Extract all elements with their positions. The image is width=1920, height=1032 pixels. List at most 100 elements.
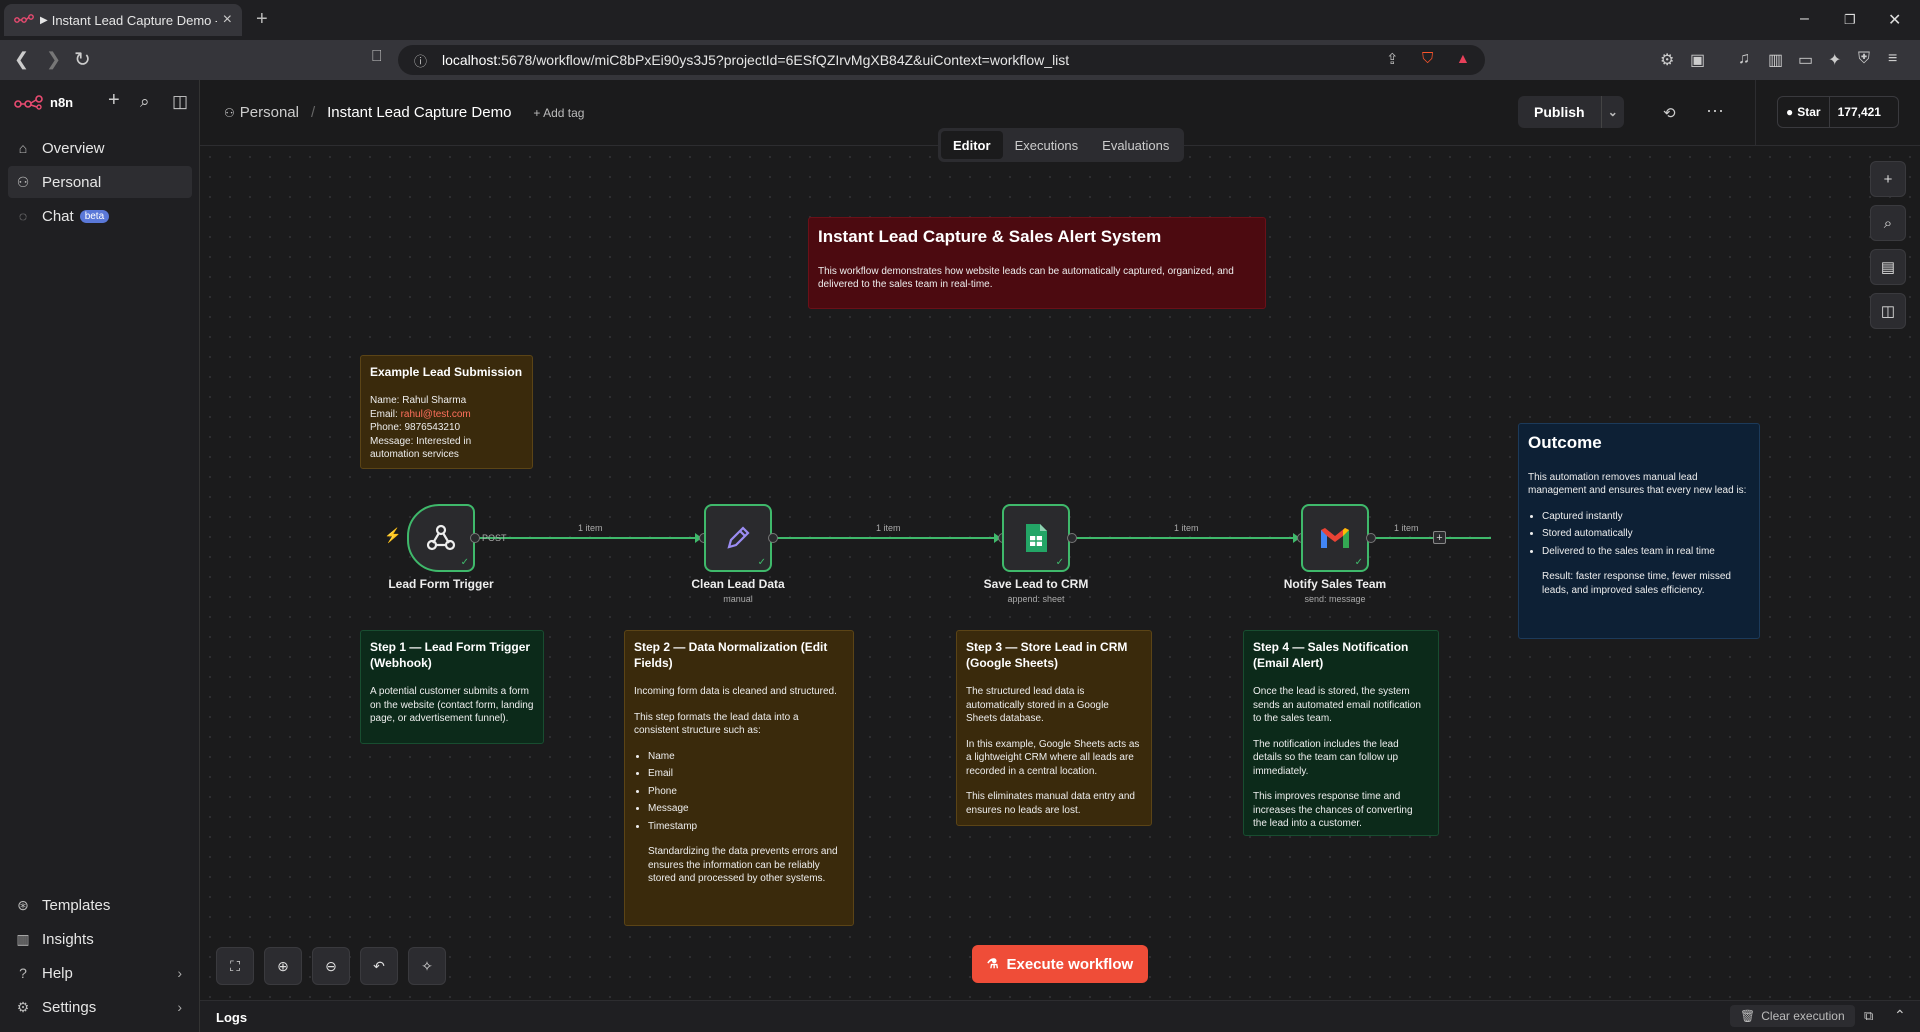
note-heading: Outcome [1528,433,1602,452]
connection-line[interactable] [1372,537,1414,539]
tab-title: Instant Lead Capture Demo - n [51,12,217,28]
leo-icon[interactable]: ✦ [1828,50,1841,70]
bookmark-icon[interactable]: ⎕ [372,48,382,66]
add-icon[interactable]: + [108,89,120,112]
execute-workflow-button[interactable]: ⚗ Execute workflow [972,945,1148,983]
browser-tab-bar: ▶ Instant Lead Capture Demo - n × + – ❐ … [0,0,1920,40]
breadcrumb-project[interactable]: Personal [240,104,299,121]
publish-button[interactable]: Publish ⌄ [1518,96,1624,128]
undo-button[interactable]: ↶ [360,947,398,985]
output-handle[interactable] [768,533,778,543]
connection-line[interactable] [1073,537,1491,539]
tab-editor[interactable]: Editor [941,131,1003,159]
chevron-down-icon[interactable]: ⌄ [1602,105,1624,119]
workflow-name[interactable]: Instant Lead Capture Demo [327,104,511,121]
success-check-icon: ✓ [1055,557,1064,568]
list-item: Name [648,750,844,764]
sticky-note-step1[interactable]: Step 1 — Lead Form Trigger (Webhook) A p… [360,630,544,744]
note-paragraph: This automation removes manual lead mana… [1528,471,1747,497]
zoom-in-button[interactable]: ⊕ [264,947,302,985]
chevron-up-icon[interactable]: ⌃ [1894,1007,1906,1024]
search-nodes-button[interactable]: ⌕ [1870,205,1906,241]
sidebar-item-overview[interactable]: ⌂ Overview [8,132,192,164]
clear-execution-button[interactable]: 🗑 Clear execution [1730,1005,1855,1027]
outcome-list: Captured instantly Stored automatically … [1542,510,1750,559]
vpn-icon[interactable]: ⛨ [1858,50,1870,68]
output-handle[interactable] [470,533,480,543]
breadcrumb: ⚇ Personal / Instant Lead Capture Demo +… [224,104,584,121]
lead-email-link[interactable]: rahul@test.com [401,409,471,420]
sticky-note-button[interactable]: ▤ [1870,249,1906,285]
sidebar-item-settings[interactable]: ⚙ Settings › [8,991,192,1023]
flask-icon: ⚗ [986,956,999,971]
workflow-canvas[interactable]: Instant Lead Capture & Sales Alert Syste… [200,147,1920,1000]
restore-icon[interactable]: ❐ [1844,12,1856,28]
menu-icon[interactable]: ≡ [1888,50,1897,68]
sidebar-item-insights[interactable]: ▥ Insights [8,923,192,955]
sidebar-item-templates[interactable]: ⊛ Templates [8,889,192,921]
add-node-button[interactable]: + [1870,161,1906,197]
note-body: This workflow demonstrates how website l… [818,265,1234,291]
collapse-sidebar-icon[interactable]: ◫ [172,92,188,112]
zoom-out-icon: ⊖ [325,957,337,974]
browser-tab[interactable]: ▶ Instant Lead Capture Demo - n × [4,4,242,36]
list-item: Delivered to the sales team in real time [1542,545,1750,559]
pencil-icon [727,526,750,549]
new-tab-icon[interactable]: + [256,8,268,31]
sidebar-toggle-icon[interactable]: ▥ [1768,50,1783,70]
more-options-icon[interactable]: ··· [1706,100,1724,121]
site-info-icon[interactable]: ⓘ [414,51,427,70]
sidebar-item-help[interactable]: ? Help › [8,957,192,989]
close-tab-icon[interactable]: × [223,11,232,29]
github-star-button[interactable]: ● Star 177,421 [1777,96,1899,128]
node-lead-form-trigger[interactable]: ✓ [407,504,475,572]
history-icon[interactable]: ⟲ [1663,104,1676,122]
share-icon[interactable]: ⇪ [1386,50,1399,68]
note-heading: Example Lead Submission [370,365,523,379]
node-save-lead-to-crm[interactable]: ✓ [1002,504,1070,572]
minimize-icon[interactable]: – [1800,10,1809,28]
logs-panel[interactable]: Logs 🗑 Clear execution ⧉ ⌃ [200,1000,1920,1032]
search-icon[interactable]: ⌕ [140,92,150,112]
tab-evaluations[interactable]: Evaluations [1090,131,1181,159]
sidebar-item-chat[interactable]: ◌ Chat beta [8,200,192,232]
sticky-note-step4[interactable]: Step 4 — Sales Notification (Email Alert… [1243,630,1439,836]
sticky-note-outcome[interactable]: Outcome This automation removes manual l… [1518,423,1760,639]
wallet2-icon[interactable]: ▭ [1798,50,1813,70]
logo-text: n8n [50,94,74,110]
output-handle[interactable] [1366,533,1376,543]
media-icon[interactable]: ♫ [1738,50,1750,68]
add-tag-button[interactable]: + Add tag [533,106,584,120]
brave-rewards-icon[interactable]: ▲ [1456,50,1470,66]
brave-shield-icon[interactable]: ⛉ [1422,50,1433,67]
zoom-out-button[interactable]: ⊖ [312,947,350,985]
popout-icon[interactable]: ⧉ [1864,1008,1873,1024]
fit-view-button[interactable]: ⛶ [216,947,254,985]
forward-icon[interactable]: ❯ [46,49,61,70]
add-node-icon[interactable]: + [1433,531,1446,544]
wallet-icon[interactable]: ▣ [1690,50,1705,70]
sidebar: n8n + ⌕ ◫ ⌂ Overview ⚇ Personal ◌ Chat beta … [0,80,200,1032]
output-handle[interactable] [1067,533,1077,543]
panel-toggle-button[interactable]: ◫ [1870,293,1906,329]
reload-icon[interactable]: ↻ [74,47,91,72]
chevron-right-icon: › [177,965,182,981]
tidy-up-button[interactable]: ✧ [408,947,446,985]
sidebar-item-label: Settings [42,998,97,1016]
sticky-note-step3[interactable]: Step 3 — Store Lead in CRM (Google Sheet… [956,630,1152,826]
extensions-icon[interactable]: ⚙ [1660,50,1674,70]
wand-icon: ✧ [421,957,433,974]
sidebar-item-personal[interactable]: ⚇ Personal [8,166,192,198]
sticky-note-step2[interactable]: Step 2 — Data Normalization (Edit Fields… [624,630,854,926]
url-field[interactable]: ⓘ localhost:5678/workflow/miC8bPxEi90ys3… [398,45,1485,75]
sticky-note-title[interactable]: Instant Lead Capture & Sales Alert Syste… [808,217,1266,309]
back-icon[interactable]: ❮ [14,49,29,70]
node-notify-sales-team[interactable]: ✓ [1301,504,1369,572]
node-clean-lead-data[interactable]: ✓ [704,504,772,572]
success-check-icon: ✓ [1354,557,1363,568]
n8n-logo[interactable]: n8n [14,94,73,110]
sticky-note-example[interactable]: Example Lead Submission Name: Rahul Shar… [360,355,533,469]
breadcrumb-separator: / [310,104,316,121]
tab-executions[interactable]: Executions [1003,131,1091,159]
close-window-icon[interactable]: ✕ [1888,10,1901,30]
